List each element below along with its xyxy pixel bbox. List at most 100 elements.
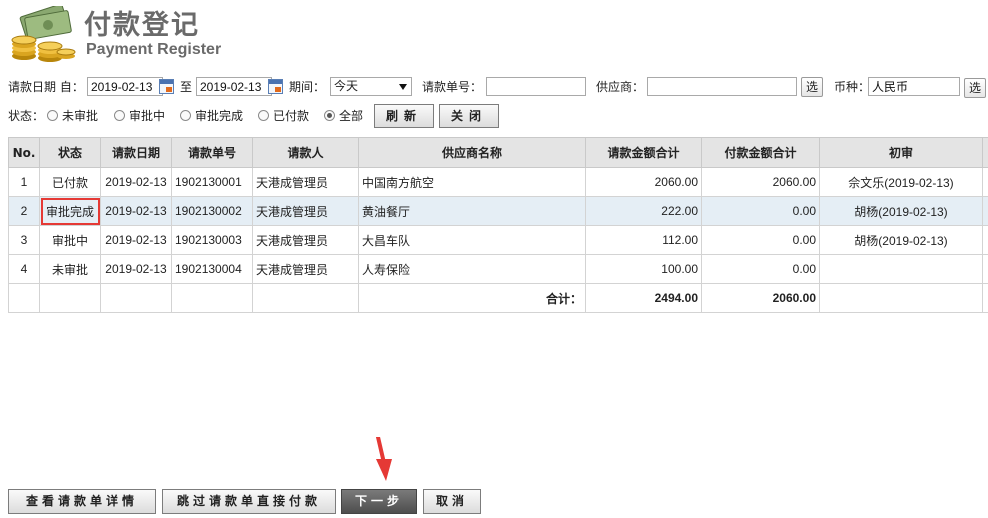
- radio-paid[interactable]: [258, 110, 269, 121]
- cell-extra: [982, 167, 988, 197]
- next-step-button[interactable]: 下一步: [341, 489, 417, 514]
- cell-first-review: 胡杨(2019-02-13): [819, 196, 983, 226]
- currency-select-button[interactable]: 选: [964, 78, 986, 98]
- date-from-input[interactable]: 2019-02-13: [87, 77, 163, 96]
- cell-empty: [39, 283, 101, 313]
- cell-status: 已付款: [39, 167, 101, 197]
- cell-first-review: 胡杨(2019-02-13): [819, 225, 983, 255]
- cell-number: 1902130004: [171, 254, 253, 284]
- radio-unapproved[interactable]: [47, 110, 58, 121]
- cell-number: 1902130002: [171, 196, 253, 226]
- cell-extra: [982, 225, 988, 255]
- col-header-extra: [982, 137, 988, 168]
- cell-empty: [171, 283, 253, 313]
- radio-approved-label[interactable]: 审批完成: [195, 105, 243, 127]
- cell-no: 1: [8, 167, 40, 197]
- cell-date: 2019-02-13: [100, 254, 172, 284]
- calendar-icon[interactable]: [268, 79, 283, 94]
- table-header-row: No. 状态 请款日期 请款单号 请款人 供应商名称 请款金额合计 付款金额合计…: [8, 137, 988, 168]
- cell-supplier: 中国南方航空: [358, 167, 586, 197]
- page-subtitle: Payment Register: [86, 41, 222, 58]
- cell-request-amount: 100.00: [585, 254, 702, 284]
- table-row[interactable]: 1 已付款 2019-02-13 1902130001 天港成管理员 中国南方航…: [8, 167, 988, 197]
- cell-extra: [982, 283, 988, 313]
- radio-approved[interactable]: [180, 110, 191, 121]
- radio-approving[interactable]: [114, 110, 125, 121]
- money-logo-icon: [10, 3, 76, 64]
- cell-number: 1902130001: [171, 167, 253, 197]
- radio-approving-label[interactable]: 审批中: [129, 105, 165, 127]
- col-header-no: No.: [8, 137, 40, 168]
- cell-number: 1902130003: [171, 225, 253, 255]
- cell-date: 2019-02-13: [100, 167, 172, 197]
- cell-pay-amount: 0.00: [701, 196, 820, 226]
- cell-pay-amount: 0.00: [701, 254, 820, 284]
- table-row-selected[interactable]: 2 审批完成 2019-02-13 1902130002 天港成管理员 黄油餐厅…: [8, 196, 988, 226]
- cell-date: 2019-02-13: [100, 196, 172, 226]
- table-total-row: 合计： 2494.00 2060.00: [8, 283, 988, 313]
- cell-supplier: 大昌车队: [358, 225, 586, 255]
- page-title: 付款登记: [84, 10, 200, 41]
- cell-no: 3: [8, 225, 40, 255]
- radio-all-label[interactable]: 全部: [339, 105, 363, 127]
- cell-requester: 天港成管理员: [252, 167, 359, 197]
- period-label: 期间：: [289, 80, 326, 94]
- total-request-amount: 2494.00: [585, 283, 702, 313]
- col-header-supplier: 供应商名称: [358, 137, 586, 168]
- table-row[interactable]: 3 审批中 2019-02-13 1902130003 天港成管理员 大昌车队 …: [8, 225, 988, 255]
- cell-empty: [100, 283, 172, 313]
- col-header-requester: 请款人: [252, 137, 359, 168]
- cell-supplier: 黄油餐厅: [358, 196, 586, 226]
- cell-empty: [819, 283, 983, 313]
- radio-paid-label[interactable]: 已付款: [273, 105, 309, 127]
- col-header-date: 请款日期: [100, 137, 172, 168]
- currency-label: 币种：: [834, 80, 871, 94]
- request-no-label: 请款单号：: [422, 80, 483, 94]
- total-pay-amount: 2060.00: [701, 283, 820, 313]
- cell-empty: [8, 283, 40, 313]
- col-header-first-review: 初审: [819, 137, 983, 168]
- status-label: 状态：: [8, 109, 45, 123]
- cell-empty: [252, 283, 359, 313]
- col-header-request-amount: 请款金额合计: [585, 137, 702, 168]
- cell-status-highlighted: 审批完成: [39, 196, 101, 226]
- cell-requester: 天港成管理员: [252, 254, 359, 284]
- cell-extra: [982, 196, 988, 226]
- filter-row: 请款日期 自： 2019-02-13 至 2019-02-13 期间： 今天 请…: [8, 76, 988, 98]
- cell-no: 2: [8, 196, 40, 226]
- date-to-label: 至: [180, 80, 193, 94]
- cell-request-amount: 112.00: [585, 225, 702, 255]
- cell-first-review: 佘文乐(2019-02-13): [819, 167, 983, 197]
- table-row[interactable]: 4 未审批 2019-02-13 1902130004 天港成管理员 人寿保险 …: [8, 254, 988, 284]
- date-to-input[interactable]: 2019-02-13: [196, 77, 272, 96]
- cell-requester: 天港成管理员: [252, 196, 359, 226]
- date-range-label: 请款日期 自：: [8, 80, 84, 94]
- cell-pay-amount: 2060.00: [701, 167, 820, 197]
- cell-extra: [982, 254, 988, 284]
- col-header-status: 状态: [39, 137, 101, 168]
- total-label: 合计：: [358, 283, 586, 313]
- skip-to-pay-button[interactable]: 跳过请款单直接付款: [162, 489, 336, 514]
- supplier-label: 供应商：: [596, 80, 645, 94]
- cell-pay-amount: 0.00: [701, 225, 820, 255]
- view-detail-button[interactable]: 查看请款单详情: [8, 489, 156, 514]
- close-button[interactable]: 关闭: [439, 104, 499, 128]
- refresh-button[interactable]: 刷新: [374, 104, 434, 128]
- radio-all[interactable]: [324, 110, 335, 121]
- radio-unapproved-label[interactable]: 未审批: [62, 105, 98, 127]
- supplier-select-button[interactable]: 选: [801, 77, 823, 97]
- currency-input[interactable]: 人民币: [868, 77, 960, 96]
- cell-status: 审批中: [39, 225, 101, 255]
- cell-supplier: 人寿保险: [358, 254, 586, 284]
- col-header-pay-amount: 付款金额合计: [701, 137, 820, 168]
- cell-no: 4: [8, 254, 40, 284]
- cancel-button[interactable]: 取消: [423, 489, 481, 514]
- status-filter-row: 状态： 未审批 审批中 审批完成 已付款 全部 刷新 关闭: [8, 104, 988, 128]
- cell-requester: 天港成管理员: [252, 225, 359, 255]
- period-select[interactable]: 今天: [330, 77, 412, 96]
- supplier-input[interactable]: [647, 77, 797, 96]
- request-no-input[interactable]: [486, 77, 586, 96]
- cell-date: 2019-02-13: [100, 225, 172, 255]
- calendar-icon[interactable]: [159, 79, 174, 94]
- cell-request-amount: 222.00: [585, 196, 702, 226]
